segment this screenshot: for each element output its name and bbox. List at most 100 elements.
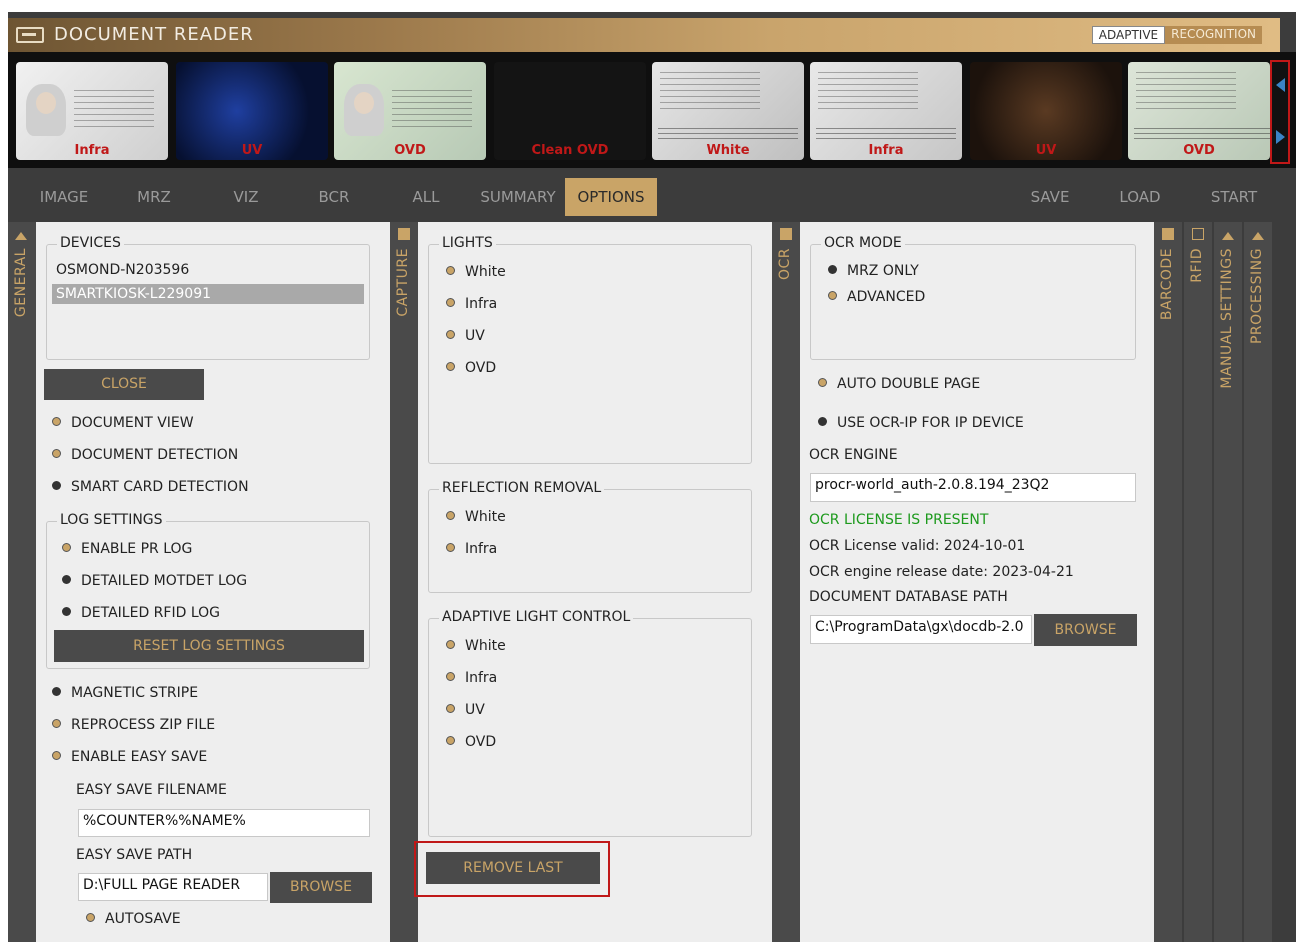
- radio-off-icon: [446, 736, 455, 745]
- adaptive-white-option[interactable]: White: [446, 638, 506, 654]
- mrz-lines: [658, 128, 798, 142]
- side-tab-ocr[interactable]: OCR: [772, 222, 800, 942]
- light-uv-option[interactable]: UV: [446, 328, 485, 344]
- light-infra-option[interactable]: Infra: [446, 296, 497, 312]
- reprocess-zip-option[interactable]: REPROCESS ZIP FILE: [52, 717, 215, 733]
- tab-image[interactable]: IMAGE: [18, 178, 110, 216]
- option-label: MRZ ONLY: [847, 263, 919, 279]
- load-button[interactable]: LOAD: [1098, 178, 1182, 216]
- close-button[interactable]: CLOSE: [44, 369, 204, 400]
- radio-off-icon: [52, 417, 61, 426]
- ocr-engine-label: OCR ENGINE: [809, 447, 898, 463]
- thumbnail-infra[interactable]: Infra: [16, 62, 168, 160]
- light-ovd-option[interactable]: OVD: [446, 360, 496, 376]
- option-label: UV: [465, 702, 485, 718]
- radio-off-icon: [446, 511, 455, 520]
- devices-legend: DEVICES: [57, 235, 124, 251]
- detailed-rfid-log-option[interactable]: DETAILED RFID LOG: [62, 605, 220, 621]
- device-item-smartkiosk[interactable]: SMARTKIOSK-L229091: [52, 284, 364, 304]
- thumbnail-uv-2[interactable]: UV: [970, 62, 1122, 160]
- scroll-right-arrow-icon[interactable]: [1276, 130, 1285, 144]
- radio-on-icon: [62, 575, 71, 584]
- magnetic-stripe-option[interactable]: MAGNETIC STRIPE: [52, 685, 198, 701]
- thumbnail-uv[interactable]: UV: [176, 62, 328, 160]
- adaptive-uv-option[interactable]: UV: [446, 702, 485, 718]
- adaptive-ovd-option[interactable]: OVD: [446, 734, 496, 750]
- option-label: DOCUMENT VIEW: [71, 415, 194, 431]
- thumbnail-label: Infra: [868, 143, 904, 158]
- radio-off-icon: [52, 751, 61, 760]
- radio-on-icon: [62, 607, 71, 616]
- save-button[interactable]: SAVE: [1008, 178, 1092, 216]
- tab-bcr[interactable]: BCR: [292, 178, 376, 216]
- thumbnail-label: Clean OVD: [531, 143, 609, 158]
- tab-all[interactable]: ALL: [384, 178, 468, 216]
- enable-pr-log-option[interactable]: ENABLE PR LOG: [62, 541, 192, 557]
- reset-log-settings-button[interactable]: RESET LOG SETTINGS: [54, 630, 364, 662]
- tab-summary[interactable]: SUMMARY: [470, 178, 566, 216]
- scroll-left-arrow-icon[interactable]: [1276, 78, 1285, 92]
- option-label: White: [465, 638, 506, 654]
- option-label: DETAILED RFID LOG: [81, 605, 220, 621]
- thumbnail-white[interactable]: White: [652, 62, 804, 160]
- ocr-engine-input[interactable]: procr-world_auth-2.0.8.194_23Q2: [810, 473, 1136, 502]
- option-label: SMART CARD DETECTION: [71, 479, 249, 495]
- smart-card-detection-option[interactable]: SMART CARD DETECTION: [52, 479, 249, 495]
- radio-off-icon: [52, 449, 61, 458]
- tab-viz[interactable]: VIZ: [204, 178, 288, 216]
- tab-options[interactable]: OPTIONS: [565, 178, 657, 216]
- ocr-release-date: OCR engine release date: 2023-04-21: [809, 564, 1074, 580]
- side-tab-manual-settings[interactable]: MANUAL SETTINGS: [1214, 222, 1242, 942]
- reflection-infra-option[interactable]: Infra: [446, 541, 497, 557]
- option-label: DETAILED MOTDET LOG: [81, 573, 248, 589]
- main-tab-bar: IMAGE MRZ VIZ BCR ALL SUMMARY OPTIONS SA…: [8, 176, 1296, 218]
- database-browse-button[interactable]: BROWSE: [1034, 614, 1137, 646]
- side-tab-general-label: GENERAL: [13, 248, 29, 318]
- title-bar: DOCUMENT READER ADAPTIVE RECOGNITION: [8, 18, 1280, 52]
- use-ocr-ip-option[interactable]: USE OCR-IP FOR IP DEVICE: [818, 415, 1024, 431]
- start-button[interactable]: START: [1192, 178, 1276, 216]
- light-white-option[interactable]: White: [446, 264, 506, 280]
- autosave-option[interactable]: AUTOSAVE: [86, 911, 181, 927]
- thumbnail-label: White: [706, 143, 750, 158]
- document-view-option[interactable]: DOCUMENT VIEW: [52, 415, 194, 431]
- side-tab-barcode[interactable]: BARCODE: [1154, 222, 1182, 942]
- side-tab-capture[interactable]: CAPTURE: [390, 222, 418, 942]
- thumbnail-label: OVD: [394, 143, 426, 158]
- easy-save-filename-input[interactable]: %COUNTER%%NAME%: [78, 809, 370, 837]
- easy-save-browse-button[interactable]: BROWSE: [270, 872, 372, 903]
- auto-double-page-option[interactable]: AUTO DOUBLE PAGE: [818, 376, 980, 392]
- mrz-only-option[interactable]: MRZ ONLY: [828, 263, 919, 279]
- easy-save-path-input[interactable]: D:\FULL PAGE READER: [78, 873, 268, 901]
- thumbnail-infra-2[interactable]: Infra: [810, 62, 962, 160]
- reflection-white-option[interactable]: White: [446, 509, 506, 525]
- remove-last-button[interactable]: REMOVE LAST: [426, 852, 600, 884]
- side-tab-manual-settings-label: MANUAL SETTINGS: [1219, 248, 1235, 389]
- device-item-osmond[interactable]: OSMOND-N203596: [56, 262, 189, 278]
- side-tab-rfid[interactable]: RFID: [1184, 222, 1212, 942]
- thumbnail-label: UV: [241, 143, 263, 158]
- thumbnail-label: UV: [1035, 143, 1057, 158]
- brand-adaptive: ADAPTIVE: [1091, 26, 1166, 44]
- tab-mrz[interactable]: MRZ: [112, 178, 196, 216]
- adaptive-infra-option[interactable]: Infra: [446, 670, 497, 686]
- capture-panel: LIGHTS White Infra UV OVD REFLECTION REM…: [414, 222, 772, 942]
- document-database-path-input[interactable]: C:\ProgramData\gx\docdb-2.0: [810, 615, 1032, 644]
- thumbnail-strip: Infra UV OVD Clean OVD White Infra UV OV…: [8, 52, 1296, 168]
- enable-easy-save-option[interactable]: ENABLE EASY SAVE: [52, 749, 207, 765]
- thumbnail-ovd[interactable]: OVD: [334, 62, 486, 160]
- document-detection-option[interactable]: DOCUMENT DETECTION: [52, 447, 238, 463]
- radio-off-icon: [828, 291, 837, 300]
- thumbnail-ovd-2[interactable]: OVD: [1128, 62, 1270, 160]
- radio-on-icon: [52, 481, 61, 490]
- thumbnail-clean-ovd[interactable]: Clean OVD: [494, 62, 646, 160]
- advanced-option[interactable]: ADVANCED: [828, 289, 925, 305]
- portrait-image: [344, 84, 384, 136]
- document-text-lines: [818, 72, 918, 112]
- detailed-motdet-log-option[interactable]: DETAILED MOTDET LOG: [62, 573, 247, 589]
- option-label: Infra: [465, 296, 498, 312]
- side-tab-general[interactable]: GENERAL: [8, 222, 36, 942]
- option-label: DOCUMENT DETECTION: [71, 447, 239, 463]
- lights-legend: LIGHTS: [439, 235, 496, 251]
- side-tab-processing[interactable]: PROCESSING: [1244, 222, 1272, 942]
